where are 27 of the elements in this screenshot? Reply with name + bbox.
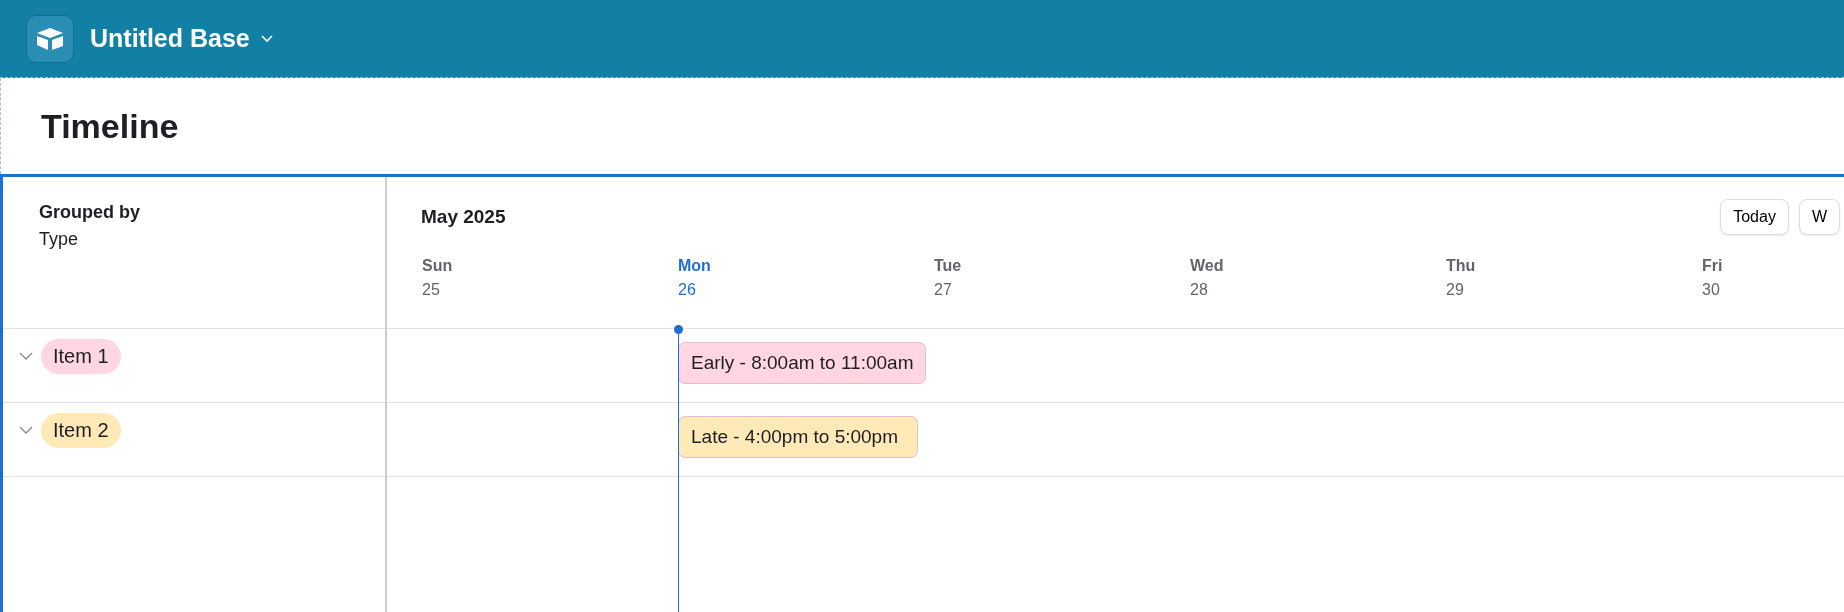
event-bar[interactable]: Early - 8:00am to 11:00am	[678, 342, 927, 384]
day-name: Thu	[1446, 257, 1477, 275]
day-date: 27	[934, 281, 953, 299]
day-name: Mon	[678, 257, 712, 275]
group-tag: Item 1	[41, 339, 121, 374]
chevron-down-icon	[259, 33, 274, 44]
day-name: Tue	[934, 257, 963, 275]
base-name-menu[interactable]: Untitled Base	[86, 22, 278, 55]
toolbar-button[interactable]: W	[1798, 199, 1840, 235]
day-name: Sun	[422, 257, 454, 275]
grouped-by-label: Grouped by	[39, 202, 141, 223]
day-date: 26	[678, 281, 697, 299]
day-name: Fri	[1702, 257, 1724, 275]
month-label: May 2025	[421, 206, 506, 228]
toolbar-button[interactable]: Today	[1720, 199, 1789, 235]
day-name: Wed	[1190, 257, 1225, 275]
app-logo-icon[interactable]	[26, 14, 74, 63]
group-field: Type	[39, 229, 385, 250]
chevron-down-icon[interactable]	[19, 351, 33, 361]
day-date: 25	[422, 281, 441, 299]
group-tag: Item 2	[41, 413, 121, 448]
day-date: 28	[1190, 281, 1209, 299]
chevron-down-icon[interactable]	[19, 425, 33, 435]
page-title: Timeline	[41, 106, 179, 146]
event-bar[interactable]: Late - 4:00pm to 5:00pm	[678, 416, 918, 458]
day-date: 29	[1446, 281, 1465, 299]
day-date: 30	[1702, 281, 1721, 299]
